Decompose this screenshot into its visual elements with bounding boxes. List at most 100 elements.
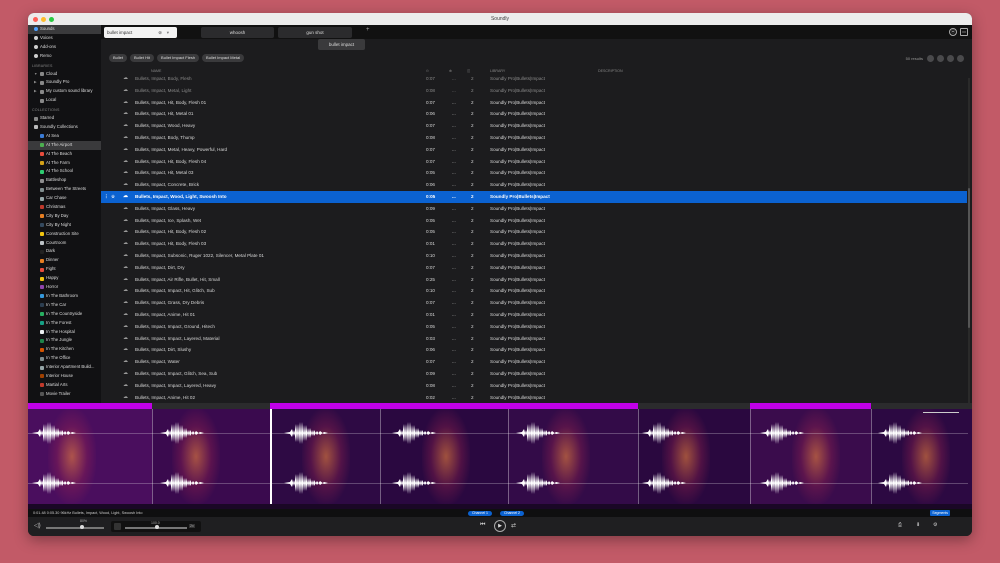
table-row[interactable]: ☁ Bullets, Impact, Anime, Hit 01 0:01... 2 S… [101,309,967,321]
cloud-icon[interactable]: ☁ [123,132,128,144]
segment-divider[interactable] [508,409,509,504]
cloud-icon[interactable]: ☁ [123,226,128,238]
collection-item[interactable]: Dark [28,247,101,256]
account-icon[interactable]: ⦿ [949,28,957,36]
library-item[interactable]: Local [28,96,101,105]
collection-item[interactable]: At Sea [28,132,101,141]
channel-2-toggle[interactable]: Channel 2 [500,510,524,516]
close-window-button[interactable] [33,16,38,22]
table-row[interactable]: ☁ Bullets, Impact, Impact, Layered, Mater… [101,333,967,345]
table-row[interactable]: ⋮ ☆ ☁ Bullets, Impact, Wood, Light, Swoosh … [101,191,967,203]
cloud-icon[interactable]: ☁ [123,344,128,356]
drag-handle-icon[interactable]: ⋮ [104,191,109,203]
table-row[interactable]: ☁ Bullets, Impact, Impact, Ground, Hitech… [101,321,967,333]
collection-item[interactable]: City By Night [28,221,101,230]
collection-item[interactable]: At The Beach [28,150,101,159]
collection-item[interactable]: At The Farm [28,159,101,168]
collection-item[interactable]: Fight [28,265,101,274]
table-row[interactable]: ☁ Bullets, Impact, Hit, Metal 01 0:06... 2 S… [101,108,967,120]
collection-item[interactable]: City By Day [28,212,101,221]
collection-item[interactable]: In The Kitchen [28,345,101,354]
disclosure-icon[interactable]: ▶ [34,87,38,96]
collection-item[interactable]: In The Car [28,301,101,310]
segment-divider[interactable] [380,409,381,504]
table-row[interactable]: ☁ Bullets, Impact, Ice, Splash, Wet 0:05..… [101,215,967,227]
collection-item[interactable]: In The Bathroom [28,292,101,301]
cloud-icon[interactable]: ☁ [123,191,128,203]
table-row[interactable]: ☁ Bullets, Impact, Hit, Body, Flesh 02 0:0… [101,226,967,238]
skip-back-icon[interactable]: ⏮ [480,522,485,529]
filter-chip[interactable]: Bullet [109,54,128,62]
cloud-icon[interactable]: ☁ [123,97,128,109]
volume-slider[interactable] [46,527,104,529]
collection-item[interactable]: Construction Site [28,230,101,239]
table-row[interactable]: ☁ Bullets, Impact, Concrete, Brick 0:06...… [101,179,967,191]
collection-item[interactable]: In The Forest [28,319,101,328]
settings-icon[interactable]: ⚙ [933,522,937,528]
table-row[interactable]: ☁ Bullets, Impact, Dirt, Slushy 0:06... 2 So… [101,344,967,356]
cloud-icon[interactable]: ☁ [123,333,128,345]
table-row[interactable]: ☁ Bullets, Impact, Body, Flesh 0:07... 2 Sou… [101,73,967,85]
table-row[interactable]: ☁ Bullets, Impact, Dirt, Dry 0:07... 2 Sound… [101,262,967,274]
pitch-lock-icon[interactable] [114,523,121,530]
segments-badge[interactable]: Segments [930,510,950,516]
collection-item[interactable]: Martial Arts [28,381,101,390]
cloud-icon[interactable]: ☁ [123,203,128,215]
cloud-icon[interactable]: ☁ [123,144,128,156]
library-item[interactable]: ▼ Cloud [28,70,101,79]
tab-whoosh[interactable]: whoosh [201,26,274,38]
add-tab-button[interactable]: + [366,27,370,33]
cloud-icon[interactable]: ☁ [123,85,128,97]
search-query[interactable]: bullet impact [107,30,132,35]
collection-item[interactable]: Interior Apartment Build... [28,363,101,372]
collection-item[interactable]: Battleshop [28,176,101,185]
collection-item[interactable]: Courtroom [28,239,101,248]
collection-item[interactable]: At The Airport [28,140,101,150]
cloud-icon[interactable]: ☁ [123,238,128,250]
channel-1-toggle[interactable]: Channel 1 [468,510,492,516]
library-item[interactable]: ▶ My custom sound library [28,87,101,96]
zoom-window-button[interactable] [49,16,54,22]
table-row[interactable]: ☁ Bullets, Impact, Hit, Body, Flesh 04 0:0… [101,156,967,168]
play-button[interactable]: ▶ [494,520,506,532]
cloud-icon[interactable]: ☁ [123,262,128,274]
cloud-icon[interactable]: ☁ [123,250,128,262]
table-row[interactable]: ☁ Bullets, Impact, Air Rifle, Bullet, Hit… [101,274,967,286]
sidebar-item-voices[interactable]: Voices [28,34,101,43]
collection-item[interactable]: Starred [28,114,101,123]
search-input[interactable]: bullet impact ⊗ ▾ [104,26,177,38]
pitch-knob[interactable] [155,525,159,529]
speaker-icon[interactable]: ◁) [34,522,41,529]
table-row[interactable]: ☁ Bullets, Impact, Metal, Heavy, Powerful… [101,144,967,156]
collection-item[interactable]: Car Chase [28,194,101,203]
table-row[interactable]: ☁ Bullets, Impact, Impact, Glitch, Sea, S… [101,368,967,380]
cloud-icon[interactable]: ☁ [123,215,128,227]
collection-item[interactable]: Christmas [28,203,101,212]
cloud-icon[interactable]: ☁ [123,285,128,297]
table-row[interactable]: ☁ Bullets, Impact, Glass, Heavy 0:09... 2 So… [101,203,967,215]
sidebar-item-add-ons[interactable]: Add-ons [28,43,101,52]
disclosure-icon[interactable]: ▼ [34,70,38,79]
table-row[interactable]: ☁ Bullets, Impact, Anime, Hit 02 0:02... 2 S… [101,392,967,404]
filter-chip[interactable]: Bullet Impact Metal [202,54,245,62]
disclosure-icon[interactable]: ▶ [34,78,38,87]
collection-item[interactable]: At The School [28,167,101,176]
cloud-icon[interactable]: ☁ [123,73,128,85]
segment-divider[interactable] [152,409,153,504]
sort-icon[interactable] [947,55,954,62]
cloud-icon[interactable]: ☁ [123,321,128,333]
filter-chip[interactable]: Bullet Impact Flesh [157,54,200,62]
table-row[interactable]: ☁ Bullets, Impact, Impact, Layered, Heavy… [101,380,967,392]
table-row[interactable]: ☁ Bullets, Impact, Hit, Body, Flesh 03 0:0… [101,238,967,250]
collection-item[interactable]: In The Jungle [28,336,101,345]
cloud-icon[interactable]: ☁ [123,368,128,380]
table-row[interactable]: ☁ Bullets, Impact, Grass, Dry Debris 0:07.… [101,297,967,309]
cloud-icon[interactable]: ☁ [123,120,128,132]
collection-item[interactable]: Horror [28,283,101,292]
cloud-icon[interactable]: ☁ [123,167,128,179]
collection-item[interactable]: In The Hospital [28,328,101,337]
segment-divider[interactable] [638,409,639,504]
table-row[interactable]: ☁ Bullets, Impact, Body, Thump 0:08... 2 Sou… [101,132,967,144]
table-row[interactable]: ☁ Bullets, Impact, Metal, Light 0:08... 2 So… [101,85,967,97]
tab-gun-shot[interactable]: gun shot [278,26,352,38]
